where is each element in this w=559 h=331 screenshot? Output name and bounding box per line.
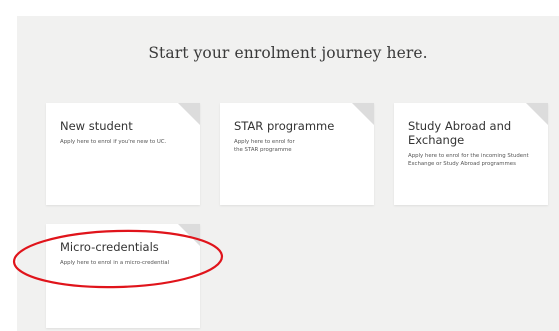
card-title: STAR programme [234,119,335,133]
card-study-abroad-exchange[interactable]: Study Abroad and Exchange Apply here to … [394,103,548,205]
card-description: Apply here to enrol if you're new to UC. [60,139,167,145]
card-title: New student [60,119,133,133]
card-new-student[interactable]: New student Apply here to enrol if you'r… [46,103,200,205]
page: Start your enrolment journey here. New s… [0,0,559,331]
page-heading: Start your enrolment journey here. [148,44,428,62]
card-title: Study Abroad and Exchange [408,119,512,147]
external-link-icon [526,103,548,125]
card-star-programme[interactable]: STAR programme Apply here to enrol for t… [220,103,374,205]
card-description: Apply here to enrol for the STAR program… [234,139,295,153]
card-description: Apply here to enrol in a micro-credentia… [60,260,170,266]
card-micro-credentials[interactable]: Micro-credentials Apply here to enrol in… [46,224,200,328]
card-description: Apply here to enrol for the incoming Stu… [408,153,529,167]
card-title: Micro-credentials [60,240,159,254]
